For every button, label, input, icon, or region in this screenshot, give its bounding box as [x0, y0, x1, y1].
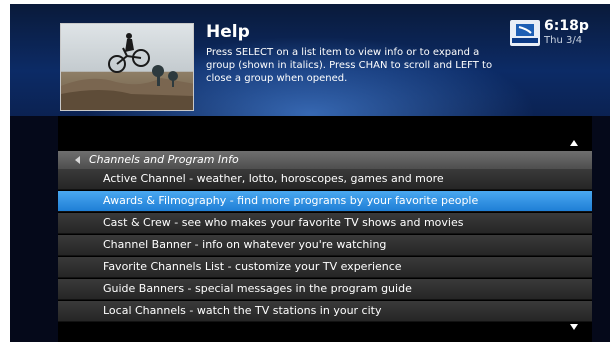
list-item[interactable]: Active Channel - weather, lotto, horosco…	[58, 169, 592, 190]
help-topics-list: Channels and Program Info Active Channel…	[58, 116, 592, 342]
help-title: Help	[206, 22, 250, 42]
scroll-up-arrow-icon[interactable]	[570, 140, 578, 146]
list-item-label: Cast & Crew - see who makes your favorit…	[103, 216, 464, 229]
list-item-selected[interactable]: Awards & Filmography - find more program…	[58, 191, 592, 212]
list-item-label: Active Channel - weather, lotto, horosco…	[103, 172, 444, 185]
bmx-rider-illustration	[61, 33, 193, 110]
list-item[interactable]: Channel Banner - info on whatever you're…	[58, 235, 592, 256]
list-item-label: Local Channels - watch the TV stations i…	[103, 304, 382, 317]
directv-logo-icon	[510, 20, 540, 46]
list-item-label: Favorite Channels List - customize your …	[103, 260, 402, 273]
help-instructions: Press SELECT on a list item to view info…	[206, 47, 493, 84]
list-item[interactable]: Local Channels - watch the TV stations i…	[58, 301, 592, 322]
list-item-label: Guide Banners - special messages in the …	[103, 282, 412, 295]
list-item[interactable]: Cast & Crew - see who makes your favorit…	[58, 213, 592, 234]
clock-date: Thu 3/4	[544, 35, 583, 46]
list-item-label: Awards & Filmography - find more program…	[103, 194, 479, 207]
list-item[interactable]: Favorite Channels List - customize your …	[58, 257, 592, 278]
list-item-label: Channel Banner - info on whatever you're…	[103, 238, 387, 251]
help-thumbnail-image	[60, 23, 194, 111]
scroll-down-arrow-icon[interactable]	[570, 324, 578, 330]
list-item[interactable]: Guide Banners - special messages in the …	[58, 279, 592, 300]
collapse-arrow-icon	[75, 156, 80, 164]
help-header: Help Press SELECT on a list item to view…	[10, 4, 610, 116]
group-label: Channels and Program Info	[89, 153, 239, 166]
tv-screen: Help Press SELECT on a list item to view…	[10, 4, 610, 342]
group-header-channels-and-program-info[interactable]: Channels and Program Info	[58, 151, 592, 169]
clock-time: 6:18p	[544, 18, 589, 34]
